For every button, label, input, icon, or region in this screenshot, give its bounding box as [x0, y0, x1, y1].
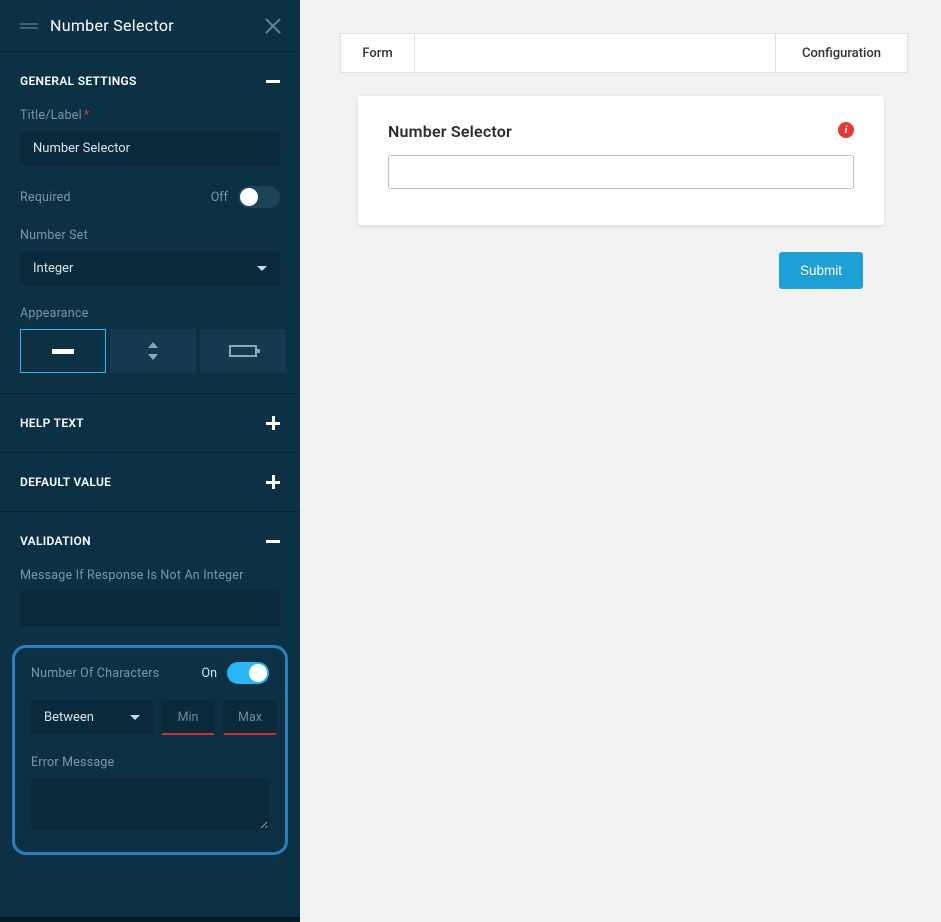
- appearance-option-slider[interactable]: [200, 329, 286, 373]
- section-heading: HELP TEXT: [20, 416, 84, 430]
- tab-spacer: [415, 34, 775, 72]
- num-characters-highlight: Number Of Characters On Between Error Me…: [12, 645, 288, 855]
- chevron-down-icon: [130, 715, 140, 720]
- section-heading: DEFAULT VALUE: [20, 475, 111, 489]
- appearance-label: Appearance: [20, 306, 280, 321]
- required-toggle[interactable]: [238, 186, 280, 208]
- drag-handle-icon[interactable]: [20, 23, 38, 29]
- title-input[interactable]: [20, 131, 280, 166]
- text-input-icon: [52, 349, 74, 354]
- tab-bar: Form Configuration: [340, 33, 908, 73]
- section-header-validation[interactable]: VALIDATION: [20, 512, 280, 548]
- section-header-general[interactable]: GENERAL SETTINGS: [20, 52, 280, 88]
- number-set-select[interactable]: Integer: [20, 251, 280, 286]
- error-msg-label: Error Message: [31, 755, 269, 770]
- settings-sidebar: Number Selector GENERAL SETTINGS Title/L…: [0, 0, 300, 922]
- number-set-value: Integer: [33, 261, 73, 276]
- stepper-icon: [148, 340, 158, 362]
- sidebar-title: Number Selector: [50, 16, 252, 35]
- close-icon[interactable]: [264, 17, 282, 35]
- form-canvas: Form Configuration Number Selector i Sub…: [300, 0, 941, 922]
- num-chars-toggle-state: On: [201, 666, 217, 681]
- expand-icon: [266, 416, 280, 430]
- card-title: Number Selector: [388, 122, 512, 141]
- error-msg-input[interactable]: [31, 778, 269, 830]
- not-integer-msg-input[interactable]: [20, 591, 280, 627]
- tab-form[interactable]: Form: [341, 34, 415, 72]
- section-header-default-value[interactable]: DEFAULT VALUE: [20, 453, 280, 489]
- range-mode-select[interactable]: Between: [31, 700, 153, 735]
- sidebar-header: Number Selector: [0, 0, 300, 51]
- title-label-text: Title/Label: [20, 108, 82, 123]
- appearance-option-text[interactable]: [20, 329, 106, 373]
- appearance-option-stepper[interactable]: [110, 329, 196, 373]
- required-label: Required: [20, 190, 71, 205]
- section-heading: VALIDATION: [20, 534, 91, 548]
- required-star-icon: *: [84, 108, 90, 123]
- submit-button[interactable]: Submit: [779, 252, 863, 289]
- section-heading: GENERAL SETTINGS: [20, 74, 137, 88]
- expand-icon: [266, 475, 280, 489]
- required-toggle-state: Off: [211, 190, 228, 205]
- form-field-card: Number Selector i: [358, 96, 884, 225]
- appearance-group: [20, 329, 280, 373]
- chevron-down-icon: [257, 266, 267, 271]
- range-mode-value: Between: [44, 710, 94, 725]
- not-integer-msg-label: Message If Response Is Not An Integer: [20, 568, 280, 583]
- min-input[interactable]: [161, 700, 215, 735]
- collapse-icon: [266, 74, 280, 88]
- tab-configuration[interactable]: Configuration: [775, 34, 907, 72]
- slider-icon: [229, 345, 257, 357]
- section-header-help-text[interactable]: HELP TEXT: [20, 394, 280, 430]
- info-icon[interactable]: i: [838, 122, 854, 138]
- number-selector-input[interactable]: [388, 155, 854, 189]
- num-chars-label: Number Of Characters: [31, 666, 159, 681]
- section-default-value: DEFAULT VALUE: [0, 452, 300, 511]
- collapse-icon: [266, 534, 280, 548]
- section-validation: VALIDATION Message If Response Is Not An…: [0, 511, 300, 875]
- title-label: Title/Label*: [20, 108, 280, 123]
- section-help-text: HELP TEXT: [0, 393, 300, 452]
- section-general-settings: GENERAL SETTINGS Title/Label* Required O…: [0, 51, 300, 393]
- number-set-label: Number Set: [20, 228, 280, 243]
- num-chars-toggle[interactable]: [227, 662, 269, 684]
- max-input[interactable]: [223, 700, 277, 735]
